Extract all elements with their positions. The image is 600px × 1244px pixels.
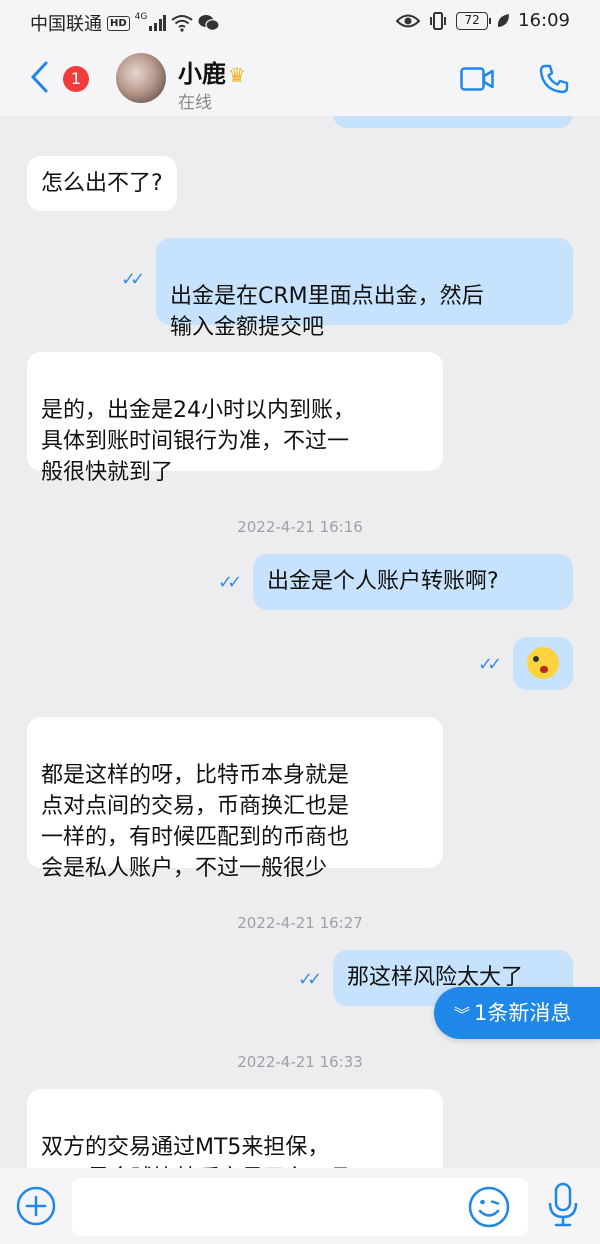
read-receipt-icon: ✓✓ [478,654,502,675]
message-timestamp: 2022-4-21 16:33 [237,1053,363,1071]
signal-icon [149,15,167,31]
carrier-label: 中国联通 [30,14,102,35]
eye-icon [396,14,421,27]
status-right: 72 16:09 [396,10,570,31]
message-bubble-incoming[interactable]: 是的，出金是24小时以内到账， 具体到账时间银行为准，不过一 般很快就到了 [27,352,443,485]
message-timestamp: 2022-4-21 16:27 [237,914,363,932]
message-bubble-incoming[interactable]: 都是这样的呀，比特币本身就是 点对点间的交易，币商换汇也是 一样的，有时候匹配到… [27,717,443,881]
message-bubble-outgoing[interactable]: 出金是在CRM里面点出金，然后 输入金额提交吧 [156,238,573,340]
chat-header: 1 小鹿 ♛ 在线 [0,44,600,116]
read-receipt-icon: ✓✓ [298,969,322,990]
video-call-icon[interactable] [460,67,494,91]
contact-name[interactable]: 小鹿 ♛ [178,54,246,89]
vibrate-icon [430,11,447,30]
input-bar [0,1168,600,1244]
message-text: 是的，出金是24小时以内到账， 具体到账时间银行为准，不过一 般很快就到了 [41,398,355,485]
message-text: 双方的交易通过MT5来担保， MT5是全球比特币交易平台，且 [41,1135,351,1168]
read-receipt-icon: ✓✓ [121,269,145,290]
message-bubble-incoming[interactable]: 怎么出不了? [27,156,177,211]
message-text: 怎么出不了? [41,171,163,196]
double-chevron-down-icon: ︾ [454,1005,471,1024]
clock: 16:09 [518,10,570,31]
message-bubble-partial[interactable] [333,116,573,128]
surprised-face-emoji-icon [527,647,559,679]
wechat-icon [198,15,220,31]
add-attachment-icon[interactable] [16,1186,56,1226]
message-bubble-outgoing[interactable]: 出金是个人账户转账啊? [253,554,573,610]
phone-call-icon[interactable] [538,63,570,95]
message-input[interactable] [72,1178,528,1236]
message-text: 出金是个人账户转账啊? [267,569,499,594]
message-bubble-incoming[interactable]: 双方的交易通过MT5来担保， MT5是全球比特币交易平台，且 [27,1089,443,1168]
new-messages-label: 1条新消息 [474,1001,572,1025]
microphone-icon[interactable] [546,1182,580,1228]
contact-name-text: 小鹿 [178,60,226,88]
network-type-label: 4G [134,12,148,22]
wifi-icon [171,15,193,32]
status-bar: 中国联通 HD 4G 72 16:09 [0,0,600,44]
chevron-left-icon [30,61,48,93]
avatar[interactable] [116,53,166,103]
unread-badge: 1 [63,66,89,92]
leaf-icon [498,13,510,27]
read-receipt-icon: ✓✓ [218,572,242,593]
message-bubble-emoji[interactable] [513,637,573,690]
message-timestamp: 2022-4-21 16:16 [237,518,363,536]
back-button[interactable] [28,60,50,100]
status-left: 中国联通 HD 4G [30,10,220,36]
message-text: 出金是在CRM里面点出金，然后 输入金额提交吧 [170,284,484,340]
battery-icon: 72 [456,11,492,30]
new-messages-button[interactable]: ︾ 1条新消息 [434,987,600,1039]
hd-icon: HD [107,15,130,31]
online-status: 在线 [178,93,212,113]
crown-icon: ♛ [228,63,246,87]
emoji-picker-icon[interactable] [468,1186,510,1228]
message-text: 都是这样的呀，比特币本身就是 点对点间的交易，币商换汇也是 一样的，有时候匹配到… [41,763,350,881]
